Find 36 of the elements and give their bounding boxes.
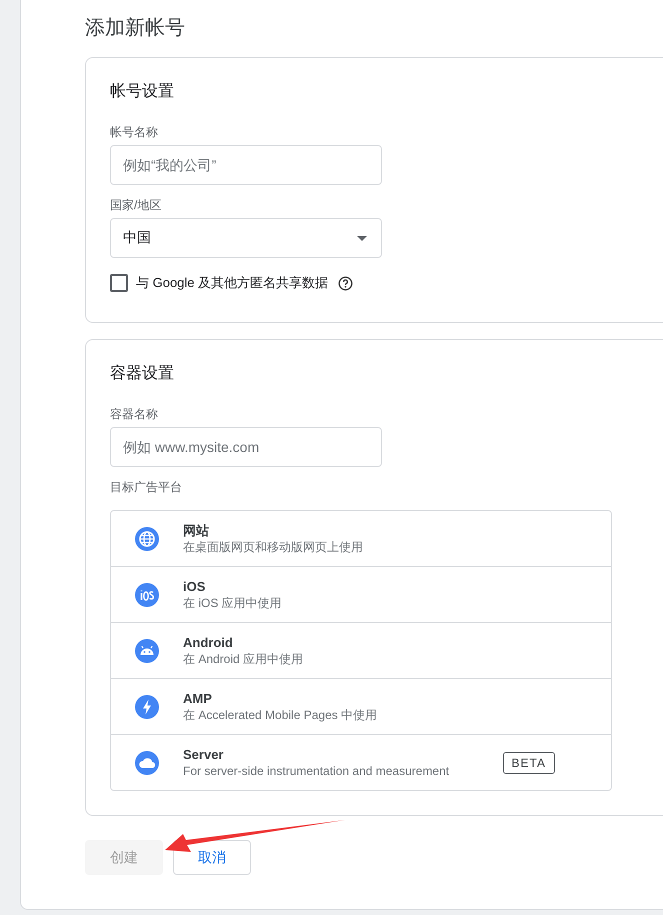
country-select[interactable]: 中国 [110,218,382,258]
page-title: 添加新帐号 [85,16,186,41]
platform-title: Server [183,746,224,763]
lightning-icon [135,694,159,718]
platform-option[interactable]: Server For server-side instrumentation and measurement BETA [111,735,611,790]
field-label: 容器名称 [110,406,158,422]
platform-option[interactable]: Android 在 Android 应用中使用 [111,623,611,679]
container-name-field[interactable]: 例如 www.mysite.com [110,427,382,467]
beta-badge: BETA [502,752,555,774]
platform-title: iOS [183,578,206,595]
platform-option[interactable]: AMP 在 Accelerated Mobile Pages 中使用 [111,679,611,735]
cloud-icon [135,750,159,774]
platform-title: Android [183,634,234,651]
field-label: 国家/地区 [110,197,162,213]
section-heading: 帐号设置 [110,82,174,102]
ios-icon [135,582,159,606]
platform-description: 在 Android 应用中使用 [183,651,304,667]
share-data-checkbox[interactable] [110,274,128,292]
cancel-button[interactable]: 取消 [173,840,251,875]
share-data-label: 与 Google 及其他方匿名共享数据 [136,274,328,292]
platform-title: 网站 [183,522,210,539]
platform-description: 在 Accelerated Mobile Pages 中使用 [183,707,378,723]
field-label: 目标广告平台 [110,479,182,495]
platform-option[interactable]: iOS 在 iOS 应用中使用 [111,567,611,623]
field-label: 帐号名称 [110,124,158,140]
caret-icon [357,236,367,240]
platform-description: 在桌面版网页和移动版网页上使用 [183,539,364,555]
platform-description: For server-side instrumentation and measurement [183,763,450,779]
account-name-field[interactable]: 例如“我的公司” [110,145,382,185]
globe-icon [135,526,159,550]
platform-option[interactable]: 网站 在桌面版网页和移动版网页上使用 [111,511,611,567]
platform-title: AMP [183,690,213,707]
help-icon[interactable] [338,276,354,290]
section-heading: 容器设置 [110,364,174,384]
android-icon [135,638,159,662]
platform-description: 在 iOS 应用中使用 [183,595,283,611]
